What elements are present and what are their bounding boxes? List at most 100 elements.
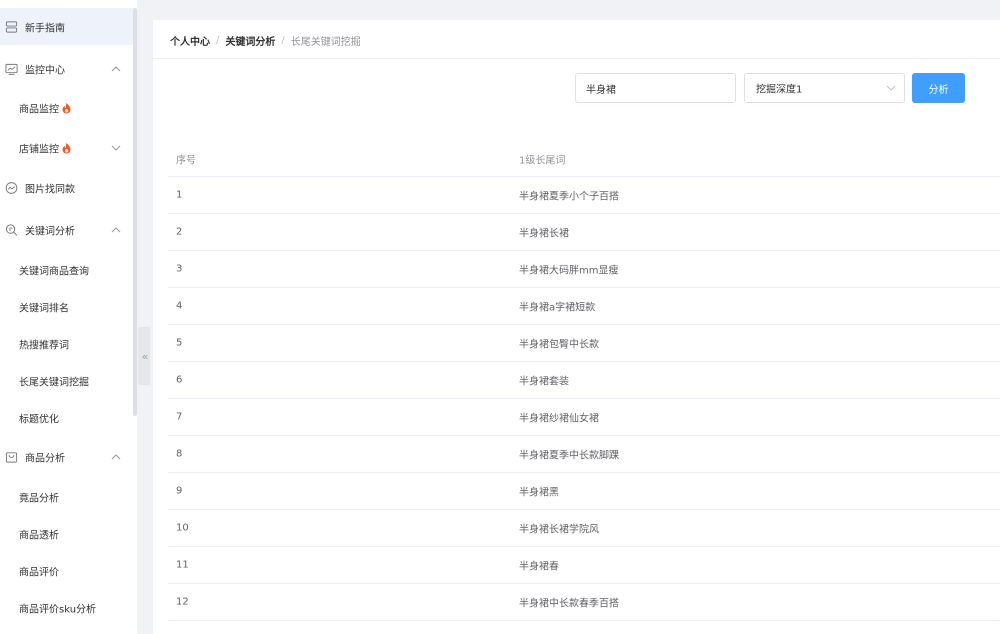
row-keyword: 半身裙大码胖mm显瘦: [519, 265, 619, 277]
sidebar-item-keyword-product-query[interactable]: 关键词商品查询: [0, 251, 133, 288]
sidebar-item-label: 商品监控: [19, 104, 59, 115]
row-index: 7: [176, 411, 183, 423]
sidebar-scrollbar[interactable]: [133, 8, 137, 416]
row-index: 4: [176, 300, 183, 312]
sidebar-item-label: 商品评价sku分析: [19, 604, 97, 615]
breadcrumb: 个人中心 / 关键词分析 / 长尾关键词挖掘: [170, 33, 361, 48]
shopping-bag-icon: [5, 451, 18, 463]
table-row: 7 半身裙纱裙仙女裙: [168, 399, 1000, 436]
sidebar-item-product-reviews[interactable]: 商品评价: [0, 552, 133, 589]
fire-hot-icon: [62, 142, 71, 153]
header-divider: [153, 58, 1000, 59]
table-row: 9 半身裙黑: [168, 473, 1000, 510]
sidebar-item-image-search[interactable]: 图片找同款: [0, 169, 133, 206]
sidebar-item-shop-monitor[interactable]: 店铺监控: [0, 129, 133, 166]
chevron-down-icon: [886, 85, 896, 91]
table-row: 6 半身裙套装: [168, 362, 1000, 399]
depth-select-value: 挖掘深度1: [756, 84, 803, 96]
row-keyword: 半身裙包臀中长款: [519, 339, 599, 351]
table-row: 11 半身裙春: [168, 547, 1000, 584]
row-keyword: 半身裙长裙: [519, 228, 569, 240]
row-keyword: 半身裙春: [519, 561, 559, 573]
table-row: 5 半身裙包臀中长款: [168, 325, 1000, 362]
row-index: 8: [176, 448, 183, 460]
row-keyword: 半身裙纱裙仙女裙: [519, 413, 599, 425]
table-row: 4 半身裙a字裙短款: [168, 288, 1000, 325]
sidebar-item-label: 监控中心: [25, 65, 65, 76]
sidebar-item-label: 关键词分析: [25, 226, 75, 237]
table-row: 8 半身裙夏季中长款脚踝: [168, 436, 1000, 473]
monitor-chart-icon: [5, 63, 18, 75]
long-tail-table: 序号 1级长尾词 1 半身裙夏季小个子百搭 2 半身裙长裙 3 半身裙大码胖mm显瘦 4 半身…: [168, 141, 1000, 621]
table-row: 2 半身裙长裙: [168, 214, 1000, 251]
header-index: 序号: [176, 155, 196, 166]
main-panel: 个人中心 / 关键词分析 / 长尾关键词挖掘 挖掘深度1 分析 序号 1级长尾词…: [153, 20, 1000, 634]
sidebar-item-long-tail-mining[interactable]: 长尾关键词挖掘: [0, 362, 133, 399]
sidebar-item-keyword-analysis[interactable]: 关键词分析: [0, 211, 133, 248]
row-index: 11: [176, 559, 189, 571]
sidebar-item-label: 商品评价: [19, 567, 59, 578]
fire-hot-icon: [62, 102, 71, 113]
sidebar-item-label: 商品分析: [25, 453, 65, 464]
row-keyword: 半身裙套装: [519, 376, 569, 388]
sidebar-item-title-optimization[interactable]: 标题优化: [0, 399, 133, 436]
image-search-icon: [5, 181, 18, 194]
sidebar-item-product-monitor[interactable]: 商品监控: [0, 89, 133, 126]
sidebar-item-label: 标题优化: [19, 414, 59, 425]
server-icon: [5, 20, 18, 33]
keyword-search-icon: [5, 223, 18, 236]
sidebar-item-product-analysis[interactable]: 商品分析: [0, 438, 133, 475]
chevron-up-icon[interactable]: [110, 453, 122, 461]
table-row: 3 半身裙大码胖mm显瘦: [168, 251, 1000, 288]
sidebar-item-hot-search-words[interactable]: 热搜推荐词: [0, 325, 133, 362]
row-keyword: 半身裙夏季中长款脚踝: [519, 450, 619, 462]
chevron-up-icon[interactable]: [110, 226, 122, 234]
row-index: 9: [176, 485, 183, 497]
table-row: 1 半身裙夏季小个子百搭: [168, 177, 1000, 214]
row-index: 2: [176, 226, 183, 238]
row-keyword: 半身裙中长款春季百搭: [519, 598, 619, 610]
row-index: 12: [176, 596, 189, 608]
row-index: 3: [176, 263, 183, 275]
row-keyword: 半身裙黑: [519, 487, 559, 499]
analyze-button[interactable]: 分析: [912, 73, 965, 103]
row-index: 10: [176, 522, 189, 534]
breadcrumb-separator: /: [281, 35, 285, 46]
sidebar-item-label: 关键词排名: [19, 303, 69, 314]
sidebar-item-beginner-guide[interactable]: 新手指南: [0, 8, 133, 45]
sidebar-item-label: 店铺监控: [19, 144, 59, 155]
sidebar-item-label: 热搜推荐词: [19, 340, 69, 351]
sidebar-item-label: 新手指南: [25, 23, 65, 34]
row-keyword: 半身裙a字裙短款: [519, 302, 596, 314]
sidebar-item-label: 长尾关键词挖掘: [19, 377, 89, 388]
header-level1-term: 1级长尾词: [519, 155, 566, 166]
row-keyword: 半身裙长裙学院风: [519, 524, 599, 536]
row-index: 5: [176, 337, 183, 349]
keyword-input[interactable]: [575, 73, 736, 103]
sidebar-item-competitor-analysis[interactable]: 竟品分析: [0, 478, 133, 515]
table-row: 10 半身裙长裙学院风: [168, 510, 1000, 547]
breadcrumb-keyword-analysis[interactable]: 关键词分析: [225, 33, 275, 48]
row-keyword: 半身裙夏季小个子百搭: [519, 191, 619, 203]
sidebar-item-label: 图片找同款: [25, 184, 75, 195]
breadcrumb-current-page: 长尾关键词挖掘: [290, 37, 361, 48]
double-chevron-left-icon: ‹‹: [141, 349, 149, 363]
sidebar-item-product-insight[interactable]: 商品透析: [0, 515, 133, 552]
sidebar-item-monitor-center[interactable]: 监控中心: [0, 50, 133, 87]
table-header-row: 序号 1级长尾词: [168, 141, 1000, 177]
sidebar: 新手指南 监控中心 商品监控 店铺监控 图片找同款 关键词分析 关键词商品查询 …: [0, 0, 137, 634]
sidebar-item-label: 商品透析: [19, 530, 59, 541]
sidebar-item-review-sku-analysis[interactable]: 商品评价sku分析: [0, 589, 133, 626]
sidebar-item-keyword-ranking[interactable]: 关键词排名: [0, 288, 133, 325]
breadcrumb-personal-center[interactable]: 个人中心: [170, 33, 210, 48]
breadcrumb-separator: /: [216, 35, 220, 46]
depth-select[interactable]: 挖掘深度1: [744, 73, 905, 103]
row-index: 1: [176, 189, 183, 201]
sidebar-item-label: 竟品分析: [19, 493, 59, 504]
chevron-down-icon[interactable]: [110, 144, 122, 152]
row-index: 6: [176, 374, 183, 386]
table-body: 1 半身裙夏季小个子百搭 2 半身裙长裙 3 半身裙大码胖mm显瘦 4 半身裙a字裙短款 5 半身…: [168, 177, 1000, 621]
sidebar-collapse-handle[interactable]: ‹‹: [138, 327, 150, 385]
chevron-up-icon[interactable]: [110, 65, 122, 73]
table-row: 12 半身裙中长款春季百搭: [168, 584, 1000, 621]
